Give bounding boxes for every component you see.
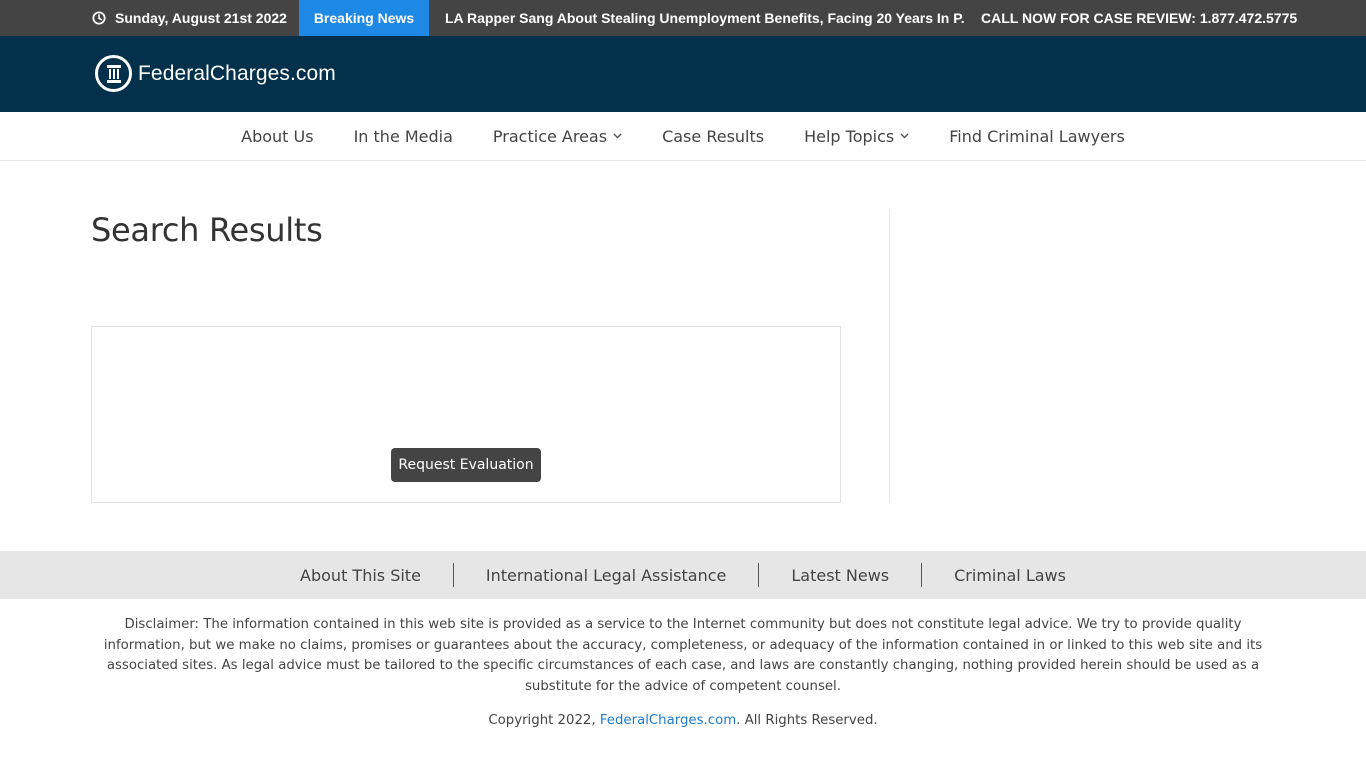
pillar-icon [95,55,132,92]
disclaimer-text: Disclaimer: The information contained in… [103,617,1263,695]
nav-label: Practice Areas [492,126,608,146]
search-results-box: Request Evaluation [91,326,841,503]
footer-link-about-this-site[interactable]: About This Site [268,566,453,585]
clock-icon [92,11,106,25]
top-bar: Sunday, August 21st 2022 Breaking News L… [0,0,1366,36]
main-content: Search Results Request Evaluation [0,161,1366,551]
chevron-down-icon [613,131,622,142]
chevron-down-icon [900,131,909,142]
request-evaluation-button[interactable]: Request Evaluation [391,448,541,482]
footer-nav: About This Site International Legal Assi… [0,551,1366,599]
logo-text: FederalCharges.com [138,61,336,85]
nav-item-case-results[interactable]: Case Results [662,127,764,146]
date-display: Sunday, August 21st 2022 [92,0,287,36]
nav-label: Case Results [662,126,765,146]
headline-link[interactable]: LA Rapper Sang About Stealing Unemployme… [445,10,965,26]
nav-label: Help Topics [804,126,895,146]
footer-link-criminal-laws[interactable]: Criminal Laws [922,566,1098,585]
nav-item-find-criminal-lawyers[interactable]: Find Criminal Lawyers [949,127,1125,146]
sidebar-divider [889,209,890,503]
nav-item-practice-areas[interactable]: Practice Areas [493,127,622,146]
breaking-news-label: Breaking News [299,0,429,36]
copyright-suffix: . All Rights Reserved. [736,713,878,728]
site-header: FederalCharges.com [0,36,1366,112]
site-logo[interactable]: FederalCharges.com [95,55,336,92]
nav-item-in-the-media[interactable]: In the Media [354,127,453,146]
date-text: Sunday, August 21st 2022 [115,10,287,26]
footer-link-international-legal-assistance[interactable]: International Legal Assistance [454,566,758,585]
page-title: Search Results [91,211,323,249]
breaking-news-headline[interactable]: LA Rapper Sang About Stealing Unemployme… [445,0,965,36]
phone-cta-text[interactable]: CALL NOW FOR CASE REVIEW: 1.877.472.5775 [981,10,1297,26]
breaking-news-text: Breaking News [313,10,415,26]
nav-label: Find Criminal Lawyers [949,126,1125,146]
nav-item-help-topics[interactable]: Help Topics [804,127,909,146]
main-nav: About Us In the Media Practice Areas Cas… [0,112,1366,161]
copyright: Copyright 2022, FederalCharges.com. All … [0,713,1366,728]
footer-link-latest-news[interactable]: Latest News [759,566,921,585]
copyright-site-link[interactable]: FederalCharges.com [600,713,736,728]
nav-label: About Us [241,126,314,146]
nav-label: In the Media [353,126,453,146]
phone-cta[interactable]: CALL NOW FOR CASE REVIEW: 1.877.472.5775 [981,0,1297,36]
copyright-prefix: Copyright 2022, [488,713,600,728]
nav-item-about-us[interactable]: About Us [241,127,313,146]
